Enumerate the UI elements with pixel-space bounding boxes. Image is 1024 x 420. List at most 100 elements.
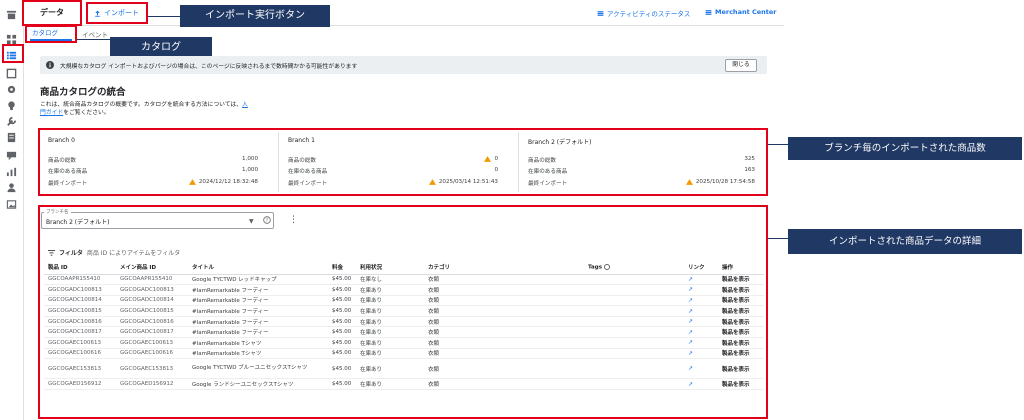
warning-icon — [685, 179, 693, 185]
open-link-icon[interactable]: ↗ — [688, 286, 693, 293]
open-link-icon[interactable]: ↗ — [688, 365, 693, 372]
divider — [278, 132, 279, 192]
activity-status-link[interactable]: アクティビティのステータス — [597, 8, 690, 18]
cell-title: Google ランドシーユニセックスTシャツ — [188, 378, 328, 390]
merchant-center-label: Merchant Center — [715, 8, 777, 16]
person-icon[interactable] — [6, 183, 17, 193]
branch-card: Branch 0 商品の総数 1,000 在庫のある商品 1,000 最終インポ… — [48, 128, 258, 196]
col-price[interactable]: 料金 — [328, 261, 356, 275]
cell-link[interactable]: ↗ — [684, 358, 718, 380]
home-icon[interactable] — [6, 34, 17, 45]
table-row[interactable]: GGCOGAEC100616 GGCOGAEC100616 #IamRemarkab… — [44, 348, 764, 360]
col-link[interactable]: リンク — [684, 261, 718, 275]
cell-main-id: GGCOGADC100814 — [116, 295, 188, 307]
open-link-icon[interactable]: ↗ — [688, 308, 693, 315]
cell-link[interactable]: ↗ — [684, 305, 718, 317]
open-link-icon[interactable]: ↗ — [688, 329, 693, 336]
open-link-icon[interactable]: ↗ — [688, 318, 693, 325]
open-link-icon[interactable]: ↗ — [688, 381, 693, 388]
guide-link[interactable]: 門ガイド — [40, 110, 63, 116]
open-link-icon[interactable]: ↗ — [688, 339, 693, 346]
cell-link[interactable]: ↗ — [684, 284, 718, 296]
col-category[interactable]: カテゴリ — [424, 261, 584, 275]
section-description: これは、統合商品カタログの概要です。カタログを統合する方法については、入 門ガイ… — [40, 102, 248, 116]
cell-title: #IamRemarkable フーディー — [188, 316, 328, 328]
chevron-down-icon[interactable]: ▼ — [249, 218, 254, 225]
col-title[interactable]: タイトル — [188, 261, 328, 275]
cell-link[interactable]: ↗ — [684, 274, 718, 286]
cell-action[interactable]: 製品を表示 — [718, 305, 764, 317]
cell-category: 衣類 — [424, 378, 584, 390]
cell-link[interactable]: ↗ — [684, 316, 718, 328]
cell-link[interactable]: ↗ — [684, 378, 718, 390]
warning-icon — [188, 179, 196, 185]
cell-action[interactable]: 製品を表示 — [718, 348, 764, 360]
wrench-icon[interactable] — [6, 116, 17, 126]
table-row[interactable]: GGCOGADC100816 GGCOGADC100816 #IamRemarkab… — [44, 316, 764, 328]
merchant-center-link[interactable]: Merchant Center — [705, 8, 776, 16]
import-button[interactable]: インポート — [88, 3, 146, 23]
cell-price: $45.00 — [328, 358, 356, 380]
table-row[interactable]: GGCOGADC100815 GGCOGADC100815 #IamRemarkab… — [44, 305, 764, 317]
cell-action[interactable]: 製品を表示 — [718, 316, 764, 328]
cell-link[interactable]: ↗ — [684, 337, 718, 349]
table-row[interactable]: GGCOGADC100813 GGCOGADC100813 #IamRemarkab… — [44, 284, 764, 296]
table-row[interactable]: GGCOGAEC100613 GGCOGAEC100613 #IamRemarkab… — [44, 337, 764, 349]
more-options-icon[interactable]: ⋮ — [289, 215, 298, 225]
table-row[interactable]: GGCOGADC100814 GGCOGADC100814 #IamRemarkab… — [44, 295, 764, 307]
inbox-icon[interactable] — [6, 68, 17, 79]
chat-icon[interactable] — [6, 151, 17, 161]
cell-availability: 在庫あり — [356, 348, 424, 360]
table-row[interactable]: GGCOGAEC153813 GGCOGAEC153813 Google TYCTW… — [44, 358, 764, 380]
cell-link[interactable]: ↗ — [684, 348, 718, 360]
help-icon[interactable] — [603, 264, 610, 270]
help-icon[interactable]: ? — [263, 216, 271, 224]
cell-action[interactable]: 製品を表示 — [718, 274, 764, 286]
close-button[interactable]: 閉じる — [725, 59, 757, 72]
instock-label: 在庫のある商品 — [528, 169, 568, 175]
cell-title: #IamRemarkable フーディー — [188, 295, 328, 307]
last-import-label: 最終インポート — [48, 181, 88, 187]
cell-availability: 在庫あり — [356, 316, 424, 328]
guide-link-part1[interactable]: 入 — [242, 102, 248, 108]
last-import-value: 2025/03/14 12:51:43 — [428, 179, 498, 185]
cell-link[interactable]: ↗ — [684, 326, 718, 339]
cell-action[interactable]: 製品を表示 — [718, 378, 764, 390]
open-link-icon[interactable]: ↗ — [688, 350, 693, 357]
col-availability[interactable]: 利用状況 — [356, 261, 424, 275]
document-icon[interactable] — [6, 132, 17, 143]
tab-event[interactable]: イベント — [82, 29, 108, 39]
col-main-id[interactable]: メイン商品 ID — [116, 261, 188, 275]
cell-action[interactable]: 製品を表示 — [718, 284, 764, 296]
col-product-id[interactable]: 製品 ID — [44, 261, 116, 275]
instock-value: 1,000 — [241, 167, 258, 173]
cell-title: Google TYCTWD ブルーユニセックスTシャツ — [188, 358, 328, 380]
table-row[interactable]: GGCOAAPR155410 GGCOAAPR155410 Google TYCTW… — [44, 274, 764, 286]
chart-icon[interactable] — [6, 167, 17, 177]
col-action[interactable]: 操作 — [718, 261, 764, 275]
cell-tags — [584, 358, 684, 380]
filter-label: フィルタ — [59, 250, 83, 257]
open-link-icon[interactable]: ↗ — [688, 276, 693, 283]
cell-link[interactable]: ↗ — [684, 295, 718, 307]
cell-tags — [584, 378, 684, 390]
upload-icon — [95, 10, 100, 17]
image-icon[interactable] — [6, 200, 17, 209]
table-row[interactable]: GGCOGAED156912 GGCOGAED156912 Google ランドシー… — [44, 378, 764, 390]
table-row[interactable]: GGCOGADC100817 GGCOGADC100817 #IamRemarkab… — [44, 326, 764, 339]
lightbulb-icon[interactable] — [6, 101, 17, 111]
cell-action[interactable]: 製品を表示 — [718, 326, 764, 339]
list-icon[interactable] — [6, 51, 17, 60]
gear-icon[interactable] — [6, 85, 17, 94]
cell-action[interactable]: 製品を表示 — [718, 337, 764, 349]
branch-card: Branch 2 (デフォルト) 商品の総数 325 在庫のある商品 163 最… — [528, 128, 755, 196]
connector-line — [768, 238, 788, 239]
cell-title: #IamRemarkable Tシャツ — [188, 337, 328, 349]
cell-action[interactable]: 製品を表示 — [718, 295, 764, 307]
cell-action[interactable]: 製品を表示 — [718, 358, 764, 380]
filter-bar[interactable]: フィルタ 商品 ID によりアイテムをフィルタ — [48, 248, 180, 257]
open-link-icon[interactable]: ↗ — [688, 297, 693, 304]
store-icon[interactable] — [6, 10, 17, 20]
connector-line — [148, 16, 180, 17]
col-tags[interactable]: Tags — [584, 261, 684, 275]
